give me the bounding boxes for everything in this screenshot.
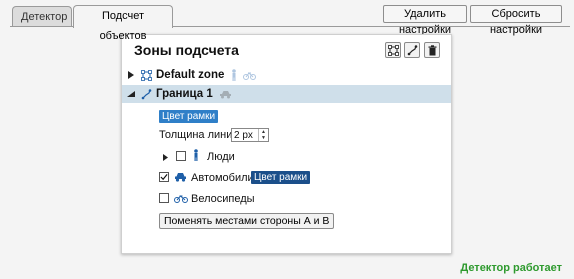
expand-arrow-icon[interactable]	[127, 71, 135, 79]
zone-row-default[interactable]: Default zone	[122, 66, 451, 84]
line-thickness-value[interactable]: 2 px	[232, 130, 258, 141]
line-thickness-stepper[interactable]: 2 px ▲ ▼	[231, 128, 269, 142]
person-icon	[192, 149, 200, 164]
stepper-buttons[interactable]: ▲ ▼	[258, 129, 268, 141]
add-line-icon	[407, 44, 417, 55]
tab-bar: Детектор Подсчет объектов Удалить настро…	[0, 0, 574, 42]
bicycles-checkbox[interactable]	[159, 193, 169, 203]
zone-row-border-1[interactable]: Граница 1	[122, 85, 451, 103]
swap-sides-button[interactable]: Поменять местами стороны А и В	[159, 213, 335, 229]
add-line-button[interactable]	[404, 42, 420, 58]
bicycles-label: Велосипеды	[191, 193, 255, 205]
reset-settings-button[interactable]: Сбросить настройки	[470, 5, 562, 36]
counting-zones-panel: Зоны подсчета Default zone Граница 1 Цве…	[121, 34, 452, 254]
cars-frame-color-button[interactable]: Цвет рамки	[251, 171, 311, 184]
panel-title: Зоны подсчета	[134, 42, 239, 58]
cars-label: Автомобили	[191, 172, 254, 184]
collapse-arrow-icon[interactable]	[127, 90, 135, 98]
trash-icon	[428, 44, 436, 55]
car-icon	[174, 172, 187, 185]
cars-checkbox[interactable]	[159, 172, 169, 182]
people-checkbox[interactable]	[176, 151, 186, 161]
stepper-down-icon[interactable]: ▼	[259, 135, 268, 141]
line-thickness-label: Толщина линии	[159, 129, 239, 141]
delete-zone-button[interactable]	[424, 42, 440, 58]
person-icon	[230, 69, 238, 81]
people-label: Люди	[207, 151, 235, 163]
frame-color-button[interactable]: Цвет рамки	[159, 110, 219, 123]
zone-label-default: Default zone	[156, 69, 225, 81]
bicycle-icon	[174, 194, 188, 206]
bicycle-icon	[243, 71, 257, 80]
add-zone-button[interactable]	[385, 42, 401, 58]
car-icon	[219, 90, 232, 99]
checkmark-icon	[160, 173, 168, 181]
add-zone-icon	[387, 44, 399, 56]
tab-object-counting[interactable]: Подсчет объектов	[73, 5, 173, 42]
zone-icon	[141, 69, 152, 81]
detector-status: Детектор работает	[460, 262, 562, 274]
tab-detector[interactable]: Детектор	[12, 6, 72, 27]
delete-settings-button[interactable]: Удалить настройки	[383, 5, 467, 36]
line-icon	[141, 88, 152, 100]
zone-label-border-1: Граница 1	[156, 88, 213, 100]
expand-people-icon[interactable]	[163, 152, 168, 164]
